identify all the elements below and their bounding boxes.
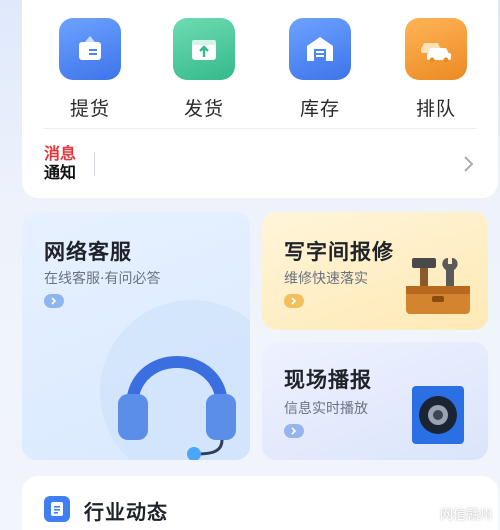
divider (44, 128, 476, 129)
quick-action-pickup[interactable]: 提货 (50, 18, 130, 121)
headset-icon (100, 300, 250, 460)
repair-go-button[interactable] (284, 294, 304, 308)
document-icon (44, 496, 70, 522)
broadcast-tile-title: 现场播报 (284, 368, 372, 392)
ship-icon (173, 18, 235, 80)
repair-tile-subtitle: 维修快速落实 (284, 271, 368, 287)
service-tile-title: 网络客服 (44, 240, 132, 264)
quick-action-label: 提货 (69, 98, 110, 120)
notice-logo-line2: 通知 (44, 163, 77, 182)
service-tile[interactable]: 网络客服 在线客服·有问必答 (22, 212, 250, 460)
toolbox-icon (406, 258, 470, 314)
broadcast-tile[interactable]: 现场播报 信息实时播放 (262, 342, 488, 460)
quick-action-label: 库存 (299, 98, 340, 120)
notice-logo: 消息 通知 (44, 144, 84, 182)
quick-actions-row: 提货 发货 库存 排队 (22, 18, 498, 128)
pickup-icon (59, 18, 121, 80)
repair-tile[interactable]: 写字间报修 维修快速落实 (262, 212, 488, 330)
chevron-right-icon (51, 297, 57, 305)
quick-action-ship[interactable]: 发货 (164, 18, 244, 121)
chevron-right-icon[interactable] (462, 154, 476, 174)
quick-actions-card: 提货 发货 库存 排队 消息 通知 (22, 0, 498, 198)
broadcast-tile-subtitle: 信息实时播放 (284, 401, 368, 417)
queue-cars-icon (405, 18, 467, 80)
quick-action-queue[interactable]: 排队 (396, 18, 476, 121)
warehouse-icon (289, 18, 351, 80)
quick-action-label: 发货 (183, 98, 224, 120)
industry-news-title: 行业动态 (84, 500, 168, 524)
message-notice-bar[interactable]: 消息 通知 (44, 140, 476, 188)
repair-tile-title: 写字间报修 (284, 240, 394, 264)
speaker-icon (412, 386, 464, 444)
quick-action-label: 排队 (415, 98, 456, 120)
service-tile-subtitle: 在线客服·有问必答 (44, 271, 161, 287)
broadcast-go-button[interactable] (284, 424, 304, 438)
quick-action-warehouse[interactable]: 库存 (280, 18, 360, 121)
chevron-right-icon (291, 297, 297, 305)
watermark: 网信赣州 (440, 504, 492, 523)
notice-logo-line1: 消息 (44, 144, 77, 163)
notice-separator (94, 152, 95, 176)
chevron-right-icon (291, 427, 297, 435)
industry-news-card[interactable]: 行业动态 (22, 476, 498, 530)
watermark-text: 网信赣州 (439, 508, 492, 523)
service-go-button[interactable] (44, 294, 64, 308)
